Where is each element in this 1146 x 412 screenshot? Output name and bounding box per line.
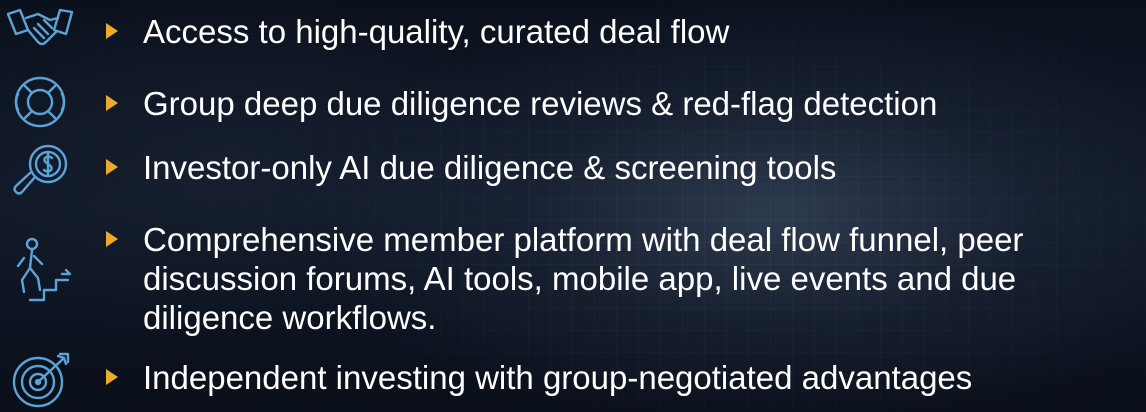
list-item-member-platform: Comprehensive member platform with deal … xyxy=(0,218,1146,340)
lifebuoy-icon xyxy=(4,72,76,132)
bullet-arrow xyxy=(106,231,118,247)
bullet-arrow xyxy=(106,369,118,385)
target-arrow-icon xyxy=(4,350,76,410)
feature-list: Access to high-quality, curated deal flo… xyxy=(0,0,1146,412)
item-text: Group deep due diligence reviews & red-f… xyxy=(143,85,938,122)
item-text: Investor-only AI due diligence & screeni… xyxy=(143,149,837,186)
list-item-due-diligence: Group deep due diligence reviews & red-f… xyxy=(0,76,1146,128)
list-item-independent-investing: Independent investing with group-negotia… xyxy=(0,352,1146,408)
list-item-deal-flow: Access to high-quality, curated deal flo… xyxy=(0,6,1146,56)
item-text: Comprehensive member platform with deal … xyxy=(143,221,1024,336)
item-text: Independent investing with group-negotia… xyxy=(143,359,973,396)
item-text: Access to high-quality, curated deal flo… xyxy=(143,13,730,50)
handshake-icon xyxy=(4,0,76,60)
magnifier-dollar-icon xyxy=(4,140,76,200)
bullet-arrow xyxy=(106,23,118,39)
list-item-ai-tools: Investor-only AI due diligence & screeni… xyxy=(0,144,1146,195)
bullet-arrow xyxy=(106,159,118,175)
person-climbing-stairs-icon xyxy=(4,236,76,308)
bullet-arrow xyxy=(106,95,118,111)
